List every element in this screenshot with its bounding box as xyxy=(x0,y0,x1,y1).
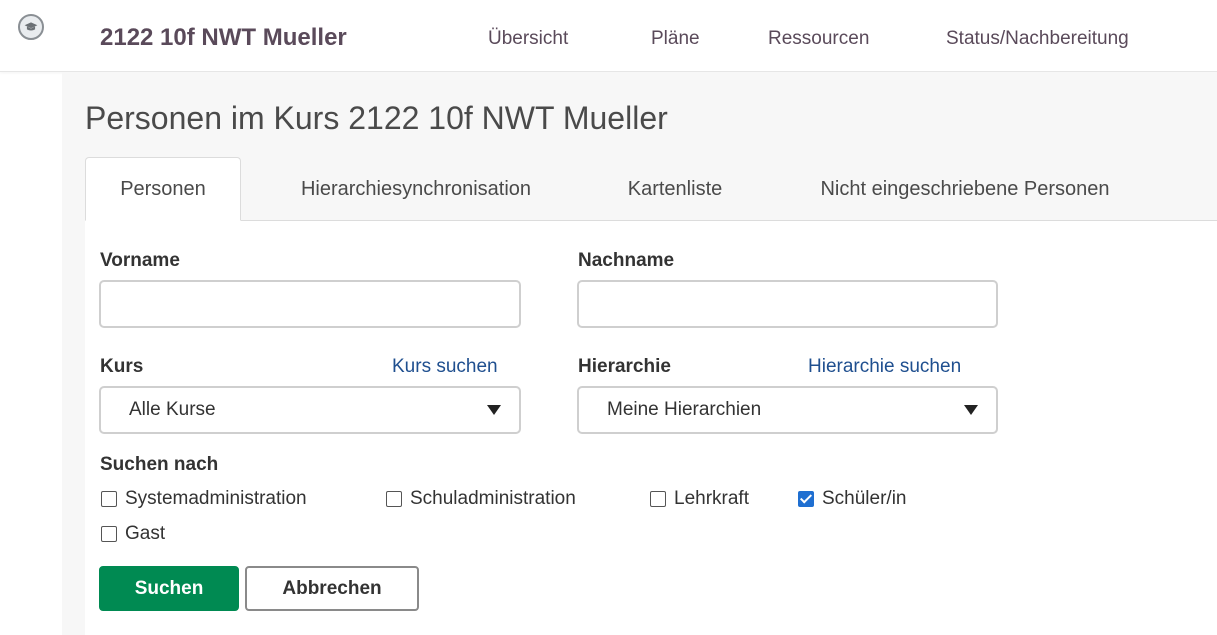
tab-bar: Personen Hierarchiesynchronisation Karte… xyxy=(85,157,1217,221)
role-label: Schüler/in xyxy=(822,488,907,509)
role-label: Gast xyxy=(125,523,166,544)
graduation-cap-svg xyxy=(24,22,38,31)
lastname-label: Nachname xyxy=(578,250,675,271)
top-navigation-bar: 2122 10f NWT Mueller Übersicht Pläne Res… xyxy=(0,0,1217,72)
checkbox-icon[interactable] xyxy=(101,526,117,542)
course-select-value: Alle Kurse xyxy=(129,399,216,420)
cancel-button[interactable]: Abbrechen xyxy=(245,566,419,611)
role-checkbox-schooladmin[interactable]: Schuladministration xyxy=(386,488,576,510)
tab-personen[interactable]: Personen xyxy=(85,157,241,221)
tab-not-enrolled[interactable]: Nicht eingeschriebene Personen xyxy=(775,157,1155,221)
role-checkbox-teacher[interactable]: Lehrkraft xyxy=(650,488,749,510)
hierarchy-select-value: Meine Hierarchien xyxy=(607,399,762,420)
checkbox-checked-icon[interactable] xyxy=(798,491,814,507)
checkbox-icon[interactable] xyxy=(101,491,117,507)
nav-resources[interactable]: Ressourcen xyxy=(768,28,869,50)
firstname-input[interactable] xyxy=(99,280,521,328)
nav-plans[interactable]: Pläne xyxy=(651,28,700,50)
search-by-label: Suchen nach xyxy=(100,454,219,475)
search-button[interactable]: Suchen xyxy=(99,566,239,611)
course-select[interactable]: Alle Kurse xyxy=(99,386,521,434)
checkbox-icon[interactable] xyxy=(650,491,666,507)
role-label: Schuladministration xyxy=(410,488,576,509)
role-checkbox-student[interactable]: Schüler/in xyxy=(798,488,907,510)
hierarchy-search-link[interactable]: Hierarchie suchen xyxy=(808,356,961,378)
course-search-link[interactable]: Kurs suchen xyxy=(392,356,498,378)
hierarchy-label: Hierarchie xyxy=(578,356,671,377)
chevron-down-icon xyxy=(964,405,978,415)
role-label: Systemadministration xyxy=(125,488,307,509)
tab-card-list[interactable]: Kartenliste xyxy=(595,157,755,221)
page-title: Personen im Kurs 2122 10f NWT Mueller xyxy=(85,100,668,136)
checkbox-icon[interactable] xyxy=(386,491,402,507)
course-title[interactable]: 2122 10f NWT Mueller xyxy=(100,24,347,52)
role-checkbox-systemadmin[interactable]: Systemadministration xyxy=(101,488,307,510)
graduation-cap-icon[interactable] xyxy=(18,14,44,40)
tab-hierarchy-sync[interactable]: Hierarchiesynchronisation xyxy=(261,157,571,221)
hierarchy-select[interactable]: Meine Hierarchien xyxy=(577,386,998,434)
role-label: Lehrkraft xyxy=(674,488,749,509)
nav-overview[interactable]: Übersicht xyxy=(488,28,568,50)
lastname-input[interactable] xyxy=(577,280,998,328)
nav-status[interactable]: Status/Nachbereitung xyxy=(946,28,1129,50)
chevron-down-icon xyxy=(487,405,501,415)
firstname-label: Vorname xyxy=(100,250,180,271)
role-checkbox-guest[interactable]: Gast xyxy=(101,523,165,545)
course-label: Kurs xyxy=(100,356,144,377)
